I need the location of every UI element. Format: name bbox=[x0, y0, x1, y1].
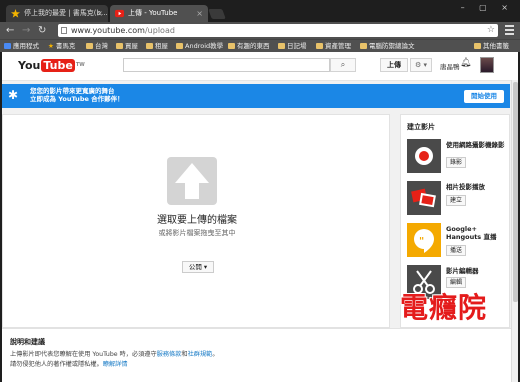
bookmark-item[interactable]: 應用程式 bbox=[4, 40, 39, 52]
folder-icon bbox=[278, 43, 285, 49]
new-tab-button[interactable] bbox=[208, 9, 226, 19]
tab-youtube-upload[interactable]: 上傳 - YouTube × bbox=[110, 5, 208, 22]
reload-icon[interactable]: ↻ bbox=[38, 24, 46, 37]
upload-dropzone[interactable]: 選取要上傳的檔案 或將影片檔案拖曳至其中 公開 ▾ bbox=[2, 114, 390, 328]
create-item-hangouts: " Google+ Hangouts 直播 播送 bbox=[407, 223, 507, 259]
star-icon: ✱ bbox=[8, 88, 19, 102]
drag-hint: 或將影片檔案拖曳至其中 bbox=[158, 229, 236, 237]
create-videos-title: 建立影片 bbox=[407, 123, 435, 131]
folder-icon bbox=[116, 43, 123, 49]
folder-icon bbox=[86, 43, 93, 49]
learn-more-link[interactable]: 瞭解詳情 bbox=[103, 361, 128, 368]
create-item-label[interactable]: 影片編輯器 bbox=[446, 267, 508, 275]
tab-bookmarks[interactable]: 停上我的最愛 | 書馬克(b... × bbox=[6, 5, 108, 22]
bookmark-item[interactable]: 買屋 bbox=[116, 40, 138, 52]
scrollbar-thumb[interactable] bbox=[513, 82, 518, 302]
youtube-header: You Tube TW ⌕ 上傳 ⚙ ▾ 唐晶鴨 🔔︎ bbox=[2, 52, 518, 81]
record-button[interactable]: 錄影 bbox=[446, 157, 466, 168]
svg-text:": " bbox=[419, 236, 424, 247]
select-files-title[interactable]: 選取要上傳的檔案 bbox=[3, 211, 391, 226]
bookmark-item[interactable]: Android教學 bbox=[176, 40, 223, 52]
watermark-logo: 電癮院 bbox=[400, 291, 488, 324]
upload-arrow-icon[interactable] bbox=[167, 157, 217, 205]
tab-title: 停上我的最愛 | 書馬克(b... bbox=[24, 9, 108, 17]
page-icon bbox=[61, 27, 67, 34]
page-viewport: You Tube TW ⌕ 上傳 ⚙ ▾ 唐晶鴨 🔔︎ ✱ 您您的影片帶來更寬廣的舞… bbox=[2, 52, 518, 382]
window-controls[interactable]: – ▢ × bbox=[461, 3, 514, 12]
hangouts-icon: " bbox=[407, 223, 441, 257]
broadcast-button[interactable]: 播送 bbox=[446, 245, 466, 256]
help-title: 說明和建議 bbox=[10, 338, 45, 346]
webcam-record-icon bbox=[407, 139, 441, 173]
partner-banner: ✱ 您您的影片帶來更寬廣的舞台 立即成為 YouTube 合作夥伴！ 開始使用 bbox=[2, 84, 510, 108]
bookmark-item[interactable]: 資產管理 bbox=[316, 40, 351, 52]
youtube-favicon-icon bbox=[115, 9, 124, 18]
page-scrollbar[interactable] bbox=[511, 80, 518, 382]
search-icon: ⌕ bbox=[340, 60, 346, 69]
bookmark-item[interactable]: 有趣的東西 bbox=[228, 40, 270, 52]
username[interactable]: 唐晶鴨 bbox=[440, 61, 460, 71]
terms-link[interactable]: 服務條款 bbox=[157, 351, 182, 358]
search-button[interactable]: ⌕ bbox=[330, 58, 356, 72]
bookmark-item[interactable]: ★ 書馬克 bbox=[48, 40, 75, 52]
create-item-label[interactable]: 相片投影播放 bbox=[446, 183, 508, 191]
folder-icon bbox=[474, 43, 481, 49]
browser-titlebar: 停上我的最愛 | 書馬克(b... × 上傳 - YouTube × – ▢ × bbox=[0, 0, 520, 22]
address-bar[interactable]: www.youtube.com/upload ☆ bbox=[58, 24, 498, 37]
folder-icon bbox=[316, 43, 323, 49]
create-item-slideshow: 相片投影播放 建立 bbox=[407, 181, 507, 217]
photo-slideshow-icon bbox=[407, 181, 441, 215]
close-tab-icon[interactable]: × bbox=[196, 5, 203, 22]
bookmark-item[interactable]: 租屋 bbox=[146, 40, 168, 52]
create-item-label[interactable]: Google+ Hangouts 直播 bbox=[446, 225, 508, 241]
guidelines-link[interactable]: 社群規範 bbox=[188, 351, 213, 358]
banner-text: 您您的影片帶來更寬廣的舞台 立即成為 YouTube 合作夥伴！ bbox=[30, 87, 124, 103]
back-icon[interactable]: ← bbox=[6, 24, 14, 37]
url-host: www.youtube.com bbox=[71, 26, 145, 35]
notification-bell-icon[interactable]: 🔔︎ bbox=[460, 58, 471, 68]
folder-icon bbox=[146, 43, 153, 49]
folder-icon bbox=[228, 43, 235, 49]
avatar[interactable] bbox=[480, 57, 494, 73]
bookmark-item[interactable]: 台灣 bbox=[86, 40, 108, 52]
create-item-label[interactable]: 使用網路攝影機錄影 bbox=[446, 141, 508, 149]
apps-icon bbox=[4, 43, 11, 49]
url-path: /upload bbox=[144, 26, 175, 35]
help-section: 說明和建議 上傳影片即代表您瞭解在使用 YouTube 時，必須遵守服務條款和社… bbox=[2, 328, 518, 382]
settings-button[interactable]: ⚙ ▾ bbox=[410, 58, 432, 72]
menu-icon[interactable] bbox=[505, 25, 514, 37]
youtube-logo[interactable]: You Tube TW bbox=[18, 58, 85, 73]
browser-toolbar: ← → ↻ www.youtube.com/upload ☆ bbox=[0, 22, 520, 39]
bookmark-star-icon[interactable]: ☆ bbox=[487, 24, 495, 37]
bookmark-item[interactable]: 日記場 bbox=[278, 40, 307, 52]
help-terms-line: 上傳影片即代表您瞭解在使用 YouTube 時，必須遵守服務條款和社群規範。 bbox=[10, 351, 219, 358]
create-button[interactable]: 建立 bbox=[446, 195, 466, 206]
privacy-dropdown[interactable]: 公開 ▾ bbox=[182, 261, 214, 273]
bookmark-item[interactable]: 電腦防禦總論文 bbox=[360, 40, 415, 52]
star-icon bbox=[11, 9, 20, 18]
search-input[interactable] bbox=[123, 58, 330, 72]
star-icon: ★ bbox=[48, 42, 54, 50]
folder-icon bbox=[176, 43, 183, 49]
tab-title: 上傳 - YouTube bbox=[128, 9, 178, 17]
close-tab-icon[interactable]: × bbox=[96, 5, 103, 22]
folder-icon bbox=[360, 43, 367, 49]
forward-icon[interactable]: → bbox=[22, 24, 30, 37]
bookmark-item[interactable]: 其他書籤 bbox=[474, 40, 509, 52]
get-started-button[interactable]: 開始使用 bbox=[464, 90, 504, 103]
upload-button[interactable]: 上傳 bbox=[380, 58, 408, 72]
help-copyright-line: 請勿侵犯他人的著作權或隱私權。瞭解詳情 bbox=[10, 361, 128, 368]
create-item-webcam: 使用網路攝影機錄影 錄影 bbox=[407, 139, 507, 175]
bookmarks-bar: 應用程式 ★ 書馬克 台灣 買屋 租屋 Android教學 有趣的東西 日記場 … bbox=[0, 39, 520, 52]
